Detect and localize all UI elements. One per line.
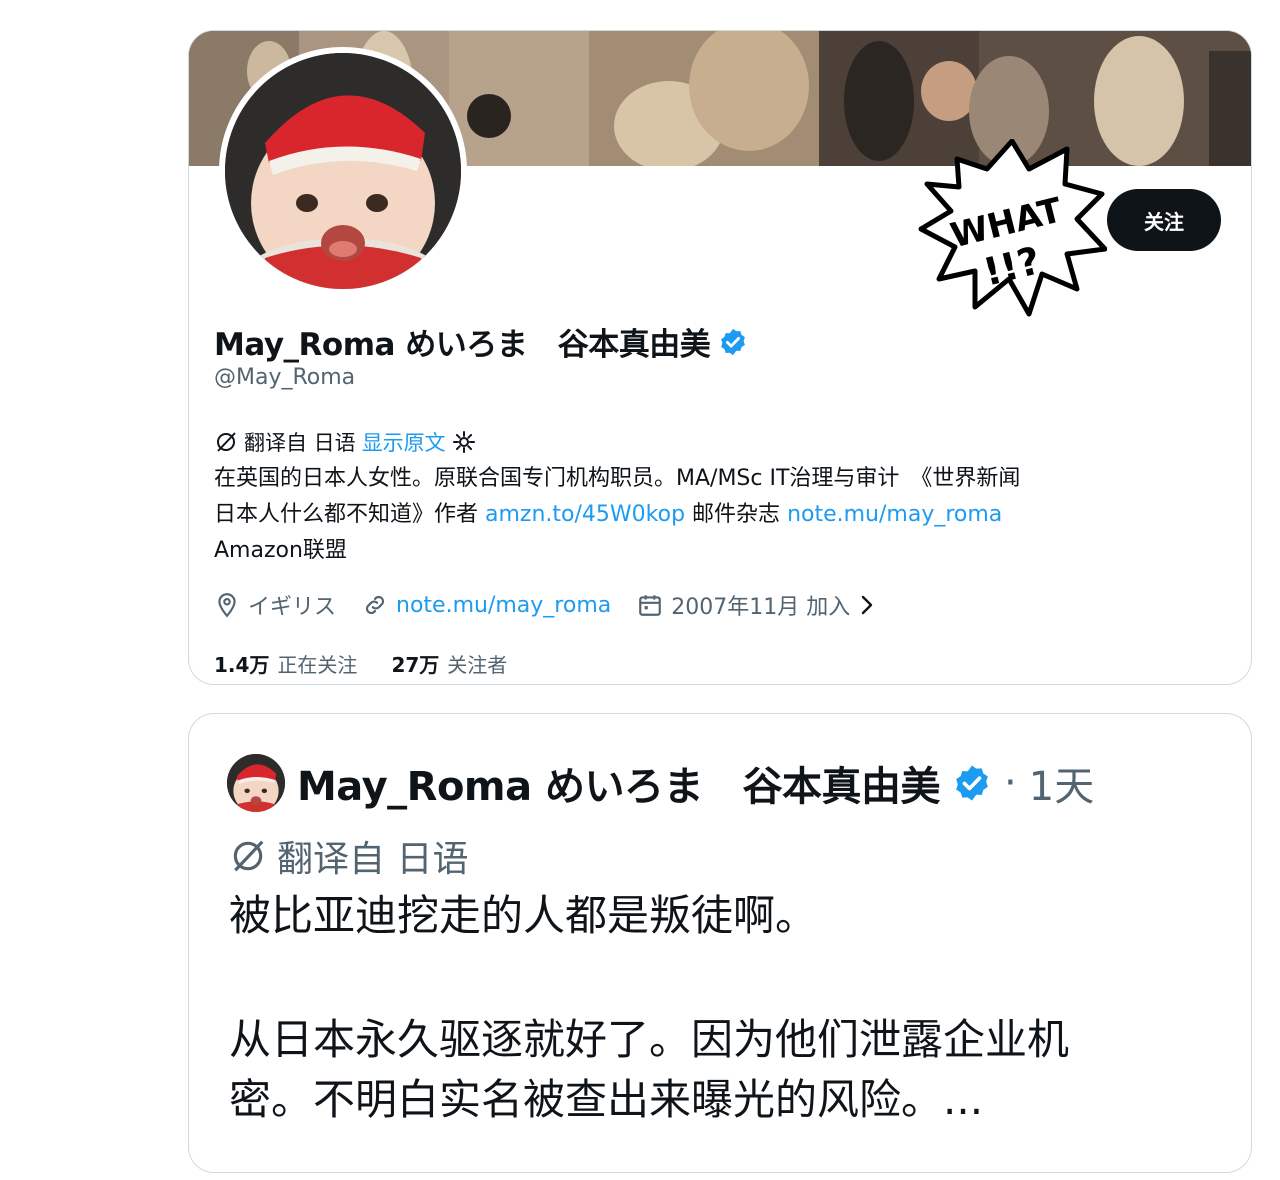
verified-icon[interactable] (718, 327, 748, 357)
translate-icon (233, 840, 264, 872)
tweet-separator: · (1004, 760, 1017, 806)
profile-location: イギリス (214, 589, 336, 621)
tweet-paragraph-1: 被比亚迪挖走的人都是叛徒啊。 (229, 891, 818, 940)
tweet-card[interactable]: May_Roma めいろま 谷本真由美 · 1天 翻译自 日语 被比亚迪挖走的人… (188, 713, 1252, 1173)
following-label: 正在关注 (277, 653, 358, 677)
translation-label: 翻译自 日语 (244, 431, 356, 455)
following-stat[interactable]: 1.4万 正在关注 (214, 649, 357, 678)
baby-photo-small (227, 754, 285, 812)
tweet-header: May_Roma めいろま 谷本真由美 · 1天 (227, 754, 1094, 812)
bio-line2b: 邮件杂志 (692, 502, 781, 527)
tweet-paragraph-2-line-2: 密。不明白实名被查出来曝光的风险。... (229, 1075, 984, 1124)
link-icon (365, 595, 385, 615)
tweet-text: 被比亚迪挖走的人都是叛徒啊。 从日本永久驱逐就好了。因为他们泄露企业机 密。不明… (229, 886, 1219, 1130)
profile-display-name: May_Roma めいろま 谷本真由美 (214, 319, 748, 364)
website-link[interactable]: note.mu/may_roma (396, 593, 611, 618)
show-original-link[interactable]: 显示原文 (362, 427, 446, 457)
followers-label: 关注者 (447, 653, 508, 677)
verified-icon[interactable] (952, 763, 992, 803)
profile-handle: @May_Roma (214, 365, 356, 390)
what-sticker: WHAT !!? (917, 138, 1108, 317)
followers-stat[interactable]: 27万 关注者 (391, 649, 507, 678)
tweet-translation-row: 翻译自 日语 (229, 830, 468, 882)
profile-meta-row: イギリス note.mu/may_roma 2007年11月 加入 (214, 589, 902, 621)
chevron-right-icon (862, 595, 873, 615)
profile-joined[interactable]: 2007年11月 加入 (637, 589, 876, 621)
tweet-translation-label: 翻译自 日语 (277, 839, 469, 880)
baby-photo (225, 53, 461, 289)
profile-website[interactable]: note.mu/may_roma (362, 592, 611, 618)
bio-link-note[interactable]: note.mu/may_roma (787, 502, 1002, 527)
profile-stats: 1.4万 正在关注 27万 关注者 (214, 649, 507, 678)
following-count: 1.4万 (214, 653, 270, 677)
tweet-paragraph-2-line-1: 从日本永久驱逐就好了。因为他们泄露企业机 (229, 1015, 1070, 1064)
profile-bio: 在英国的日本人女性。原联合国专门机构职员。MA/MSc IT治理与审计 《世界新… (214, 461, 1224, 569)
followers-count: 27万 (391, 653, 440, 677)
bio-translation-row: 翻译自 日语 显示原文 (214, 427, 476, 457)
profile-card: WHAT !!? 关注 May_Roma めいろま 谷本真由美 @May_Rom… (188, 30, 1252, 685)
tweet-author-avatar[interactable] (227, 754, 285, 812)
bio-link-amazon[interactable]: amzn.to/45W0kop (485, 502, 685, 527)
display-name-text: May_Roma めいろま 谷本真由美 (214, 327, 711, 363)
gear-icon[interactable] (452, 430, 476, 454)
location-text: イギリス (248, 595, 337, 620)
bio-line1: 在英国的日本人女性。原联合国专门机构职员。MA/MSc IT治理与审计 《世界新… (214, 466, 1021, 491)
translate-icon (217, 432, 236, 452)
bio-line3: Amazon联盟 (214, 538, 347, 563)
profile-avatar[interactable] (219, 47, 467, 295)
joined-text: 2007年11月 加入 (671, 595, 851, 620)
follow-button[interactable]: 关注 (1107, 189, 1221, 251)
location-pin-icon (218, 593, 236, 618)
calendar-icon (639, 595, 662, 616)
tweet-author-name[interactable]: May_Roma めいろま 谷本真由美 (297, 754, 941, 812)
bio-line2a: 日本人什么都不知道》作者 (214, 502, 479, 527)
tweet-timestamp[interactable]: 1天 (1029, 754, 1094, 812)
